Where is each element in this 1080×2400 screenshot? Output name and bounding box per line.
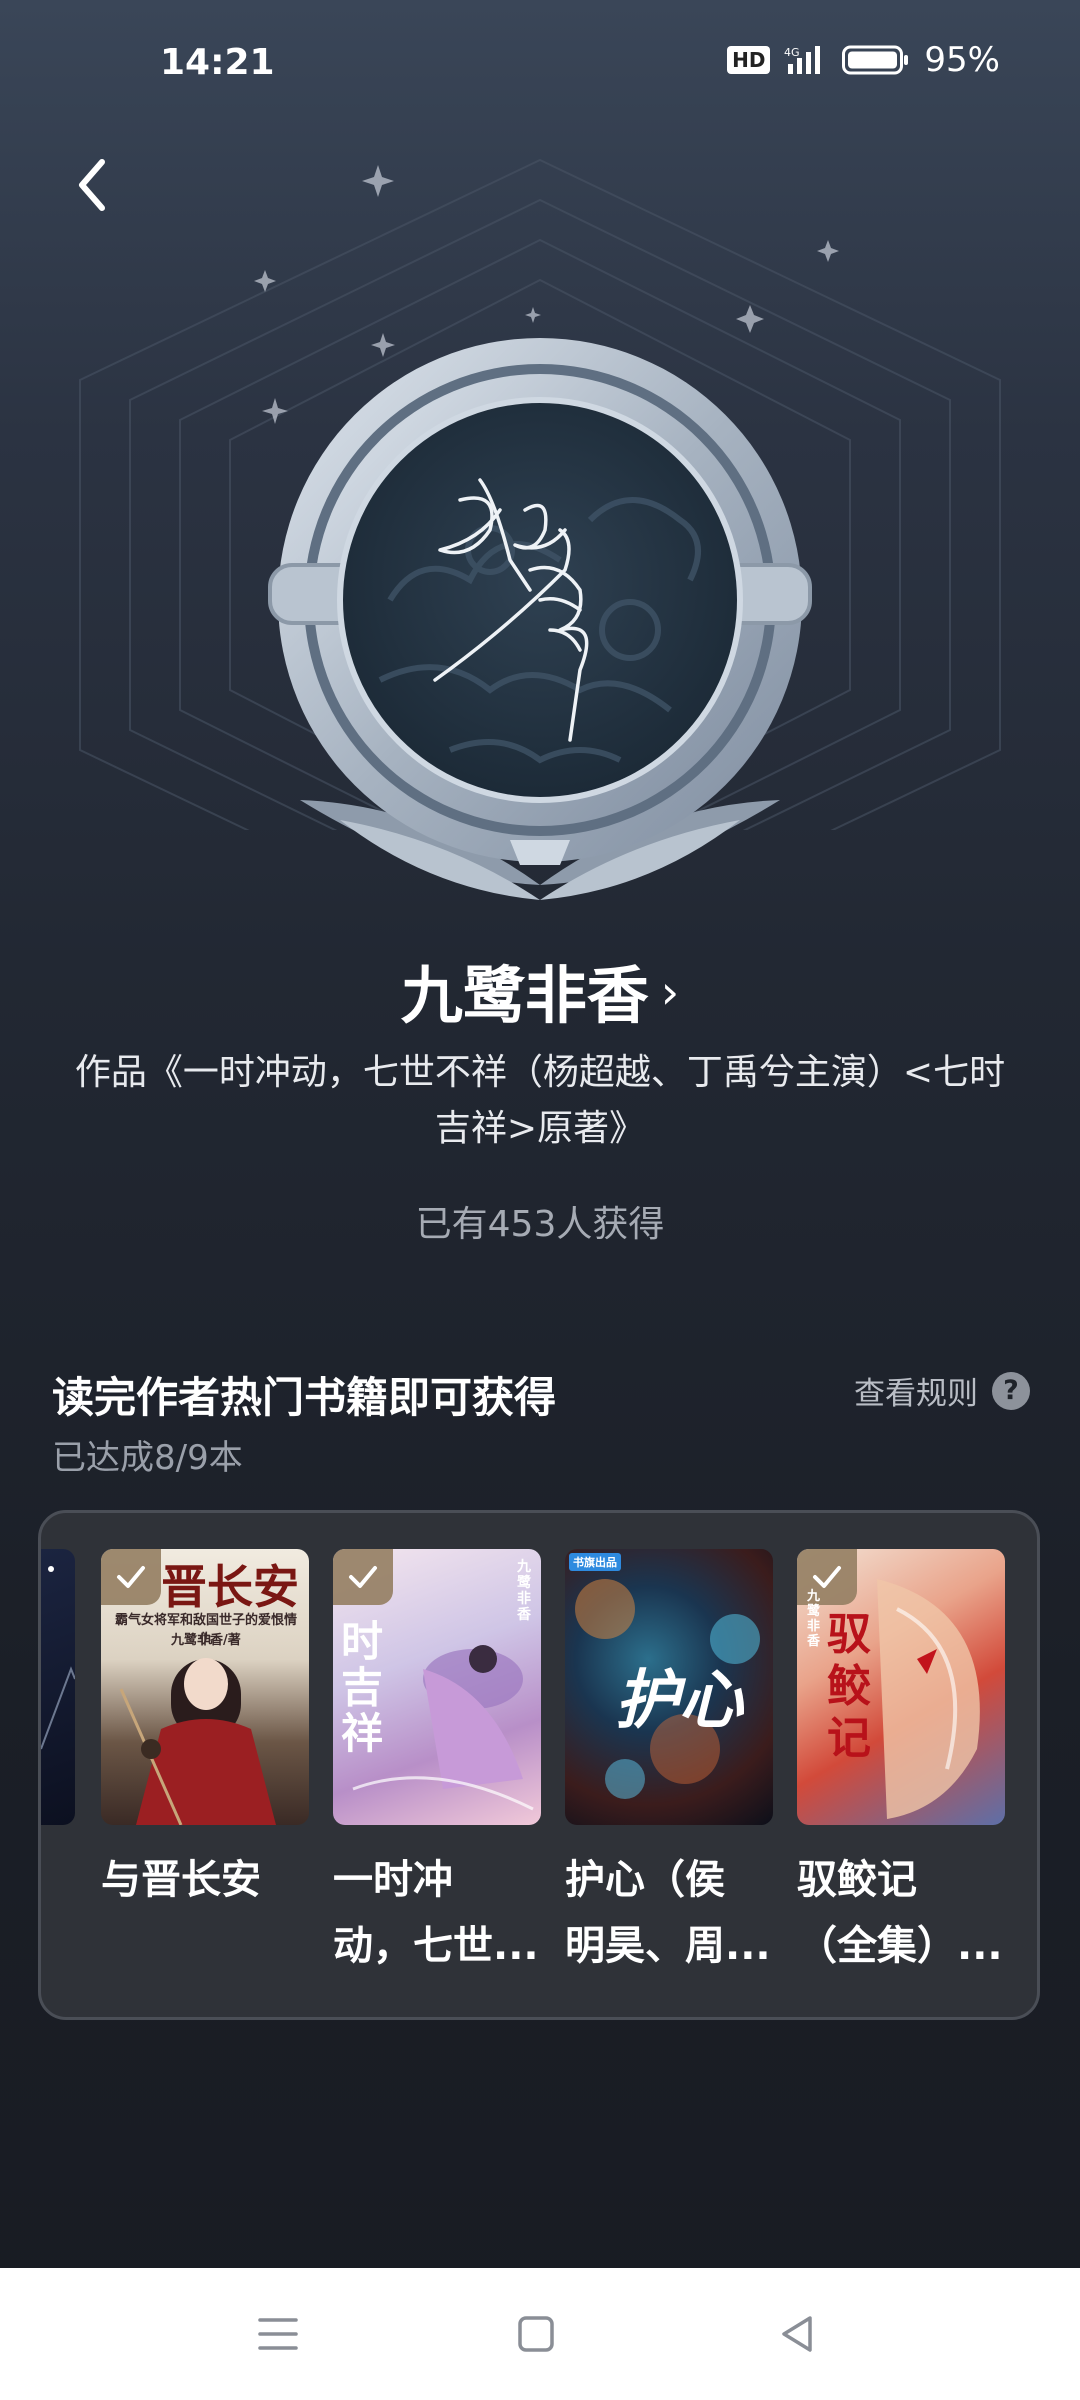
status-time: 14:21: [160, 42, 275, 83]
home-button[interactable]: [504, 2302, 568, 2366]
book-title: 护心（侯 明昊、周...: [565, 1847, 773, 1979]
battery-icon: [842, 45, 909, 75]
cover-title: 驭鲛记: [827, 1609, 871, 1764]
book-cover[interactable]: 晋长安 霸气女将军和敌国世子的爱恨情仇 九鹭非香/著: [101, 1549, 309, 1825]
author-signature-medal-icon: [268, 338, 812, 900]
cover-title: 晋长安: [161, 1560, 299, 1614]
book-item[interactable]: 时吉祥 九鹭非香 一时冲 动，七世...: [333, 1549, 541, 1979]
cover-title: 时吉祥: [341, 1617, 384, 1758]
system-back-button[interactable]: [764, 2302, 828, 2366]
home-square-icon: [518, 2316, 554, 2352]
menu-icon: [258, 2318, 298, 2350]
book-title: 驭鲛记 （全集）...: [797, 1847, 1005, 1979]
cover-art-partial: [41, 1566, 76, 1750]
book-title-line1: 一时冲: [333, 1857, 453, 1903]
svg-text:4G: 4G: [784, 46, 800, 59]
cover-title: 护心: [615, 1663, 743, 1738]
author-name-link[interactable]: 九鹭非香 ›: [0, 945, 1080, 1035]
works-description: 作品《一时冲动，七世不祥（杨超越、丁禹兮主演）<七时吉祥>原著》: [74, 1052, 1006, 1149]
book-title: 一时冲 动，七世...: [333, 1847, 541, 1979]
completed-check-icon: [333, 1549, 393, 1605]
cover-author: 九鹭非香/著: [171, 1633, 241, 1648]
task-progress: 已达成8/9本: [52, 1438, 243, 1478]
help-icon: ?: [992, 1371, 1030, 1410]
view-rules-label: 查看规则: [854, 1376, 978, 1412]
menu-button[interactable]: [246, 2302, 310, 2366]
book-title-line1: 驭鲛记: [797, 1857, 917, 1903]
completed-check-icon: [797, 1549, 857, 1605]
book-title-line1: 护心（侯: [565, 1857, 725, 1903]
battery-percent: 95%: [924, 40, 1000, 80]
system-nav-bar: [0, 2268, 1080, 2400]
completed-check-icon: [101, 1549, 161, 1605]
book-cover[interactable]: 书旗出品 护心: [565, 1549, 773, 1825]
cover-author: 九鹭非香: [807, 1589, 821, 1649]
book-title-line1: 与晋长安: [101, 1857, 261, 1903]
back-triangle-icon: [782, 2316, 812, 2352]
hd-icon: HD: [727, 46, 771, 74]
status-icons: HD 4G 95%: [727, 40, 1000, 80]
cover-tag: 书旗出品: [569, 1553, 621, 1571]
book-title-line2: （全集）...: [797, 1923, 1003, 1969]
cover-author: 九鹭非香: [517, 1559, 531, 1623]
book-title-line2: 动，七世...: [333, 1923, 539, 1969]
book-cover[interactable]: 驭鲛记 九鹭非香: [797, 1549, 1005, 1825]
author-name: 九鹭非香: [400, 959, 649, 1032]
book-item[interactable]: 晋长安 霸气女将军和敌国世子的爱恨情仇 九鹭非香/著 与晋长安: [101, 1549, 309, 1913]
book-item[interactable]: 书旗出品 护心 护心（侯 明昊、周...: [565, 1549, 773, 1979]
book-cover[interactable]: 时吉祥 九鹭非香: [333, 1549, 541, 1825]
view-rules-button[interactable]: 查看规则 ?: [854, 1368, 1030, 1413]
author-medal: [230, 300, 850, 920]
book-cover-partial[interactable]: [41, 1549, 76, 1825]
task-title: 读完作者热门书籍即可获得: [52, 1373, 557, 1422]
books-carousel[interactable]: 晋长安 霸气女将军和敌国世子的爱恨情仇 九鹭非香/著 与晋长安 时吉祥 九鹭非香…: [38, 1510, 1040, 2020]
book-title-line2: 明昊、周...: [565, 1923, 771, 1969]
obtained-count: 已有453人获得: [415, 1204, 665, 1245]
book-item[interactable]: 驭鲛记 九鹭非香 驭鲛记 （全集）...: [797, 1549, 1005, 1979]
status-bar: 14:21 HD 4G 95%: [0, 0, 1080, 130]
book-title: 与晋长安: [101, 1847, 309, 1913]
chevron-right-icon: ›: [660, 965, 680, 1019]
signal-icon: 4G: [784, 46, 821, 74]
